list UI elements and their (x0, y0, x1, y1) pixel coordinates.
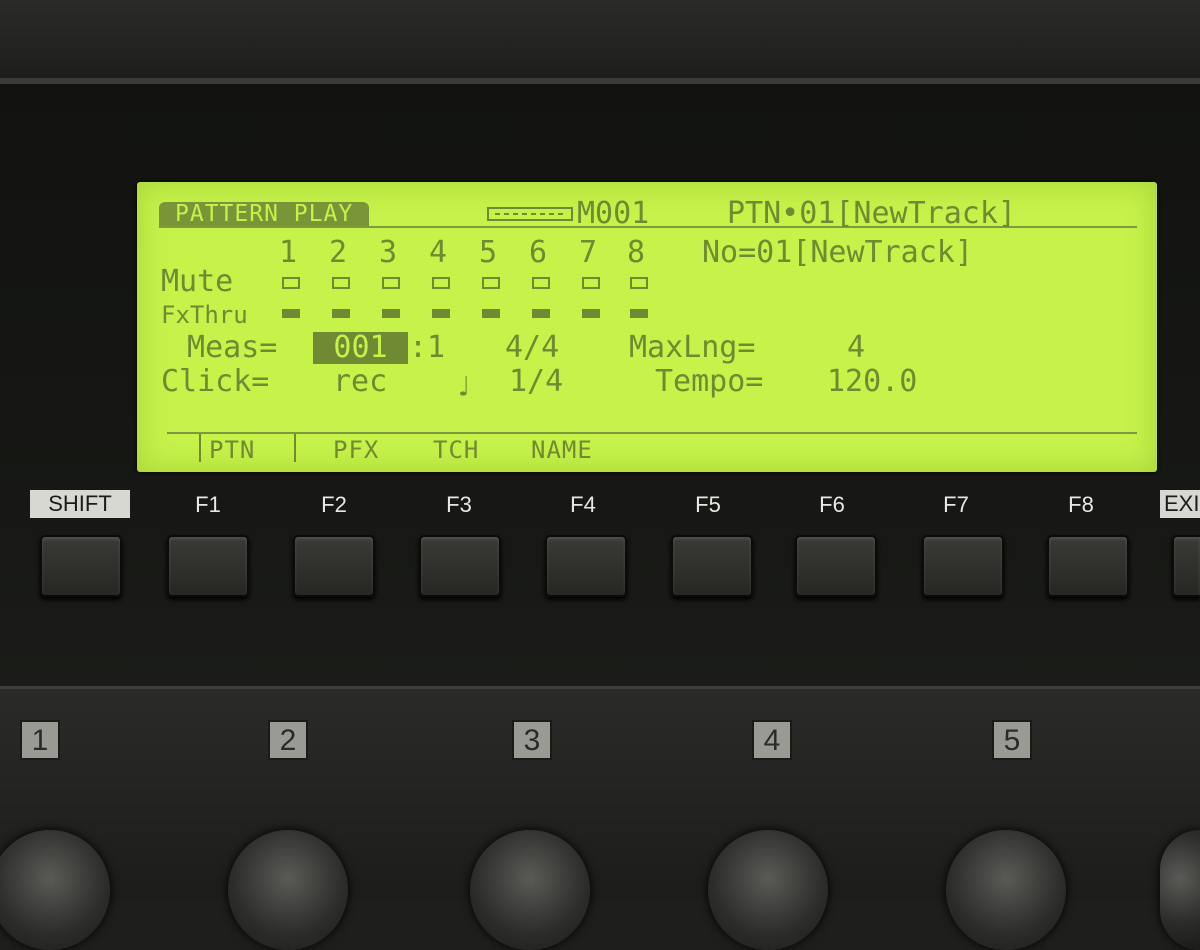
fxthru-indicator-icon (532, 309, 550, 318)
track-number: 2 (329, 235, 348, 270)
f7-label: F7 (943, 492, 969, 517)
knob-6[interactable] (1160, 830, 1200, 950)
f4-label: F4 (570, 492, 596, 517)
mute-indicator-icon (432, 277, 450, 289)
tempo-label: Tempo= (655, 364, 764, 399)
menu-item-ptn[interactable]: PTN (209, 437, 255, 463)
knob-1-label: 1 (20, 720, 60, 760)
exit-label: EXIT (1160, 490, 1200, 518)
shift-label: SHIFT (30, 490, 130, 518)
f3-button[interactable] (419, 535, 501, 597)
fxthru-indicator-icon (582, 309, 600, 318)
lcd-screen: PATTERN PLAY M001 PTN•01[NewTrack] 1 2 3… (137, 182, 1157, 472)
fxthru-indicator-icon (382, 309, 400, 318)
track-number: 8 (627, 235, 646, 270)
mute-indicator-icon (332, 277, 350, 289)
knob-1[interactable] (0, 830, 110, 950)
f1-label: F1 (195, 492, 221, 517)
maxlng-label: MaxLng= (629, 330, 756, 365)
f8-label: F8 (1068, 492, 1094, 517)
knob-3-label: 3 (512, 720, 552, 760)
menu-item-tch[interactable]: TCH (433, 437, 479, 463)
f2-label: F2 (321, 492, 347, 517)
f5-label: F5 (695, 492, 721, 517)
fxthru-indicator-icon (432, 309, 450, 318)
knob-2[interactable] (228, 830, 348, 950)
knob-2-label: 2 (268, 720, 308, 760)
track-number: 7 (579, 235, 598, 270)
meas-beat: :1 (409, 330, 446, 365)
meas-label: Meas= (169, 330, 278, 365)
click-label: Click= (161, 364, 270, 399)
fxthru-indicator-icon (282, 309, 300, 318)
f6-label: F6 (819, 492, 845, 517)
knob-4[interactable] (708, 830, 828, 950)
f5-button[interactable] (671, 535, 753, 597)
measure-indicator: M001 (577, 196, 650, 231)
mute-indicator-icon (382, 277, 400, 289)
top-bezel (0, 0, 1200, 82)
meas-value-field[interactable]: 001 (313, 332, 408, 364)
fxthru-indicator-icon (482, 309, 500, 318)
f1-button[interactable] (167, 535, 249, 597)
menu-item-pfx[interactable]: PFX (333, 437, 379, 463)
shift-button[interactable] (40, 535, 122, 597)
maxlng-value[interactable]: 4 (847, 333, 865, 363)
measure-meter-icon (487, 207, 573, 221)
mute-indicator-icon (630, 277, 648, 289)
track-number: 1 (279, 235, 298, 270)
mute-indicator-icon (532, 277, 550, 289)
knob-5-label: 5 (992, 720, 1032, 760)
menu-rule (167, 432, 1137, 434)
pattern-label: PTN•01[NewTrack] (727, 196, 1016, 231)
mute-indicator-icon (582, 277, 600, 289)
mute-label: Mute (161, 264, 234, 299)
mode-title: PATTERN PLAY (159, 202, 370, 226)
f2-button[interactable] (293, 535, 375, 597)
tempo-value[interactable]: 120.0 (827, 367, 917, 397)
fxthru-label: FxThru (161, 301, 248, 329)
click-value[interactable]: rec (333, 367, 387, 397)
track-number: 3 (379, 235, 398, 270)
knob-5[interactable] (946, 830, 1066, 950)
fxthru-indicator-icon (332, 309, 350, 318)
knob-3[interactable] (470, 830, 590, 950)
track-number: 6 (529, 235, 548, 270)
knob-4-label: 4 (752, 720, 792, 760)
track-number: 4 (429, 235, 448, 270)
click-division[interactable]: 1/4 (509, 367, 563, 397)
f8-button[interactable] (1047, 535, 1129, 597)
quarter-note-icon: ♩ (455, 370, 472, 403)
f7-button[interactable] (922, 535, 1004, 597)
track-number: 5 (479, 235, 498, 270)
fxthru-indicator-icon (630, 309, 648, 318)
f6-button[interactable] (795, 535, 877, 597)
f3-label: F3 (446, 492, 472, 517)
mute-indicator-icon (482, 277, 500, 289)
menu-item-name[interactable]: NAME (531, 437, 593, 463)
time-signature: 4/4 (505, 330, 560, 365)
mute-indicator-icon (282, 277, 300, 289)
f4-button[interactable] (545, 535, 627, 597)
exit-button[interactable] (1172, 535, 1200, 597)
number-label: No=01[NewTrack] (702, 235, 973, 270)
